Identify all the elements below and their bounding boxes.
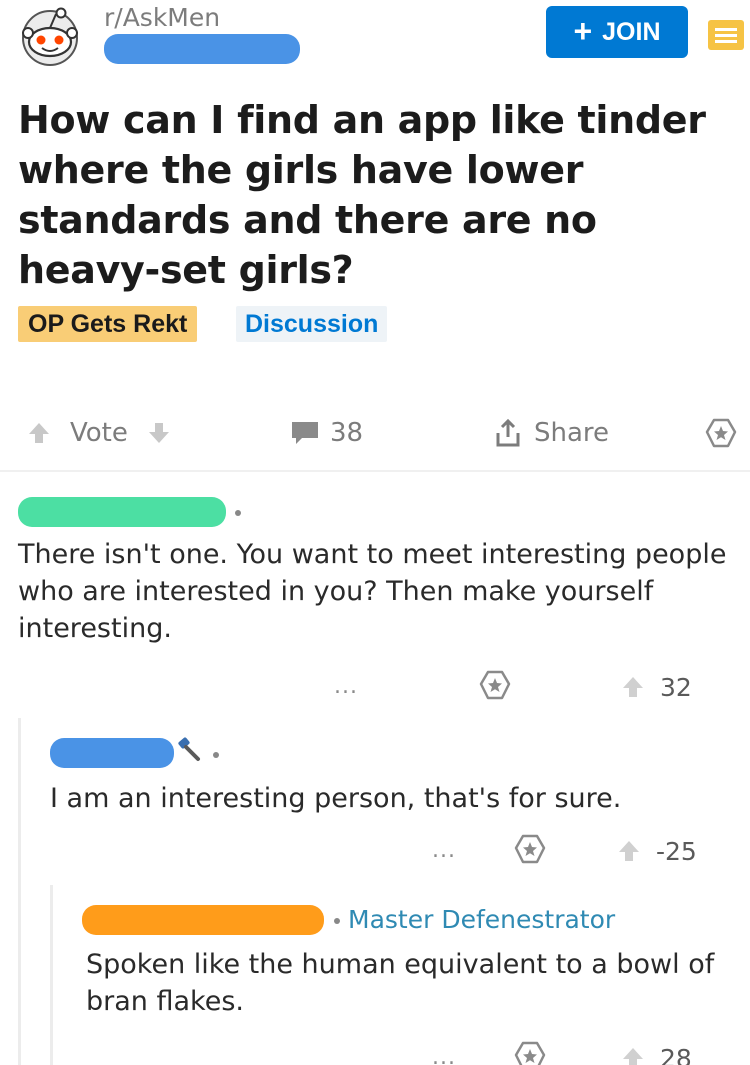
comment-body: There isn't one. You want to meet intere… [18, 539, 727, 644]
score-value: 32 [660, 672, 692, 702]
menu-icon[interactable] [708, 20, 744, 50]
separator-dot [235, 510, 241, 516]
upvote-arrow-icon[interactable] [620, 674, 646, 700]
subreddit-name[interactable]: r/AskMen [104, 3, 220, 32]
comment-actions: ... 32 [0, 665, 750, 709]
more-options-button[interactable]: ... [334, 665, 358, 709]
comment-body: Spoken like the human equivalent to a bo… [86, 949, 715, 1017]
upvote-arrow-icon[interactable] [26, 420, 52, 446]
join-label: JOIN [602, 17, 661, 46]
upvote-arrow-icon[interactable] [620, 1045, 646, 1065]
redacted-username [50, 738, 174, 768]
award-icon[interactable] [513, 1040, 547, 1065]
join-button[interactable]: + JOIN [546, 6, 688, 58]
redacted-username [82, 905, 324, 935]
award-icon[interactable] [478, 669, 512, 703]
comment-actions: ... 28 [0, 1036, 750, 1065]
share-icon [496, 418, 520, 447]
more-options-button[interactable]: ... [432, 1036, 456, 1065]
comments-count: 38 [330, 418, 364, 448]
flair-op-gets-rekt[interactable]: OP Gets Rekt [18, 306, 198, 342]
snoo-icon [22, 7, 78, 66]
comment-actions: ... -25 [0, 829, 750, 873]
upvote-arrow-icon[interactable] [616, 838, 642, 864]
share-label: Share [534, 418, 610, 448]
more-options-button[interactable]: ... [432, 829, 456, 873]
user-flair: Master Defenestrator [348, 905, 616, 934]
comment-score: 32 [620, 665, 692, 709]
comment-body: I am an interesting person, that's for s… [50, 783, 622, 814]
downvote-arrow-icon[interactable] [146, 420, 172, 446]
paintbrush-icon [178, 737, 200, 761]
post-title[interactable]: How can I find an app like tinder where … [18, 95, 718, 295]
vote-control: Vote [26, 405, 172, 461]
award-icon[interactable] [513, 833, 547, 867]
comment-bubble-icon [292, 422, 318, 444]
flair-discussion[interactable]: Discussion [236, 306, 388, 342]
redacted-username [104, 34, 300, 64]
redacted-username [18, 497, 226, 527]
thread-line [18, 718, 21, 1065]
comments-button[interactable]: 38 [290, 405, 363, 461]
comment-score: -25 [616, 829, 697, 873]
award-icon[interactable] [704, 417, 738, 451]
separator-dot [213, 752, 219, 758]
share-button[interactable]: Share [492, 405, 609, 461]
post-divider [0, 470, 750, 472]
score-value: 28 [660, 1043, 692, 1065]
comment-score: 28 [620, 1036, 692, 1065]
vote-label: Vote [70, 418, 128, 448]
separator-dot [334, 918, 340, 924]
post-actions-bar: Vote 38 Share [0, 405, 750, 461]
plus-icon: + [573, 12, 593, 49]
score-value: -25 [656, 836, 697, 866]
